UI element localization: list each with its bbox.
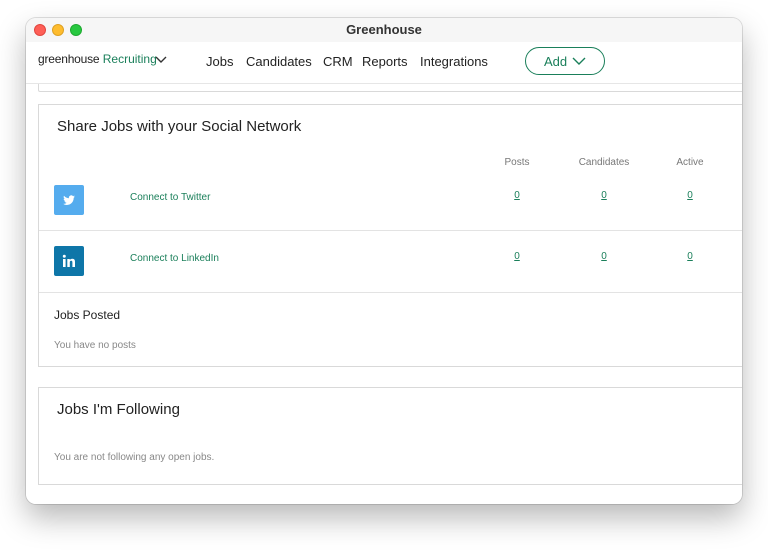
- top-nav: greenhouse Recruiting Jobs Candidates CR…: [26, 42, 742, 84]
- linkedin-active-count[interactable]: 0: [680, 251, 700, 262]
- column-header-posts: Posts: [504, 157, 530, 168]
- title-bar: Greenhouse: [26, 18, 742, 42]
- linkedin-icon[interactable]: [54, 246, 84, 276]
- nav-integrations[interactable]: Integrations: [420, 54, 488, 69]
- row-divider: [39, 292, 742, 293]
- twitter-bird-icon: [63, 195, 75, 205]
- twitter-posts-count[interactable]: 0: [507, 190, 527, 201]
- brand-name: greenhouse: [38, 52, 100, 66]
- social-network-card: Share Jobs with your Social Network Post…: [38, 104, 742, 367]
- column-header-candidates: Candidates: [578, 157, 630, 168]
- jobs-following-card: Jobs I'm Following You are not following…: [38, 387, 742, 485]
- following-empty-text: You are not following any open jobs.: [54, 452, 215, 463]
- nav-candidates[interactable]: Candidates: [246, 54, 312, 69]
- row-divider: [39, 230, 742, 231]
- twitter-active-count[interactable]: 0: [680, 190, 700, 201]
- connect-linkedin-link[interactable]: Connect to LinkedIn: [130, 253, 219, 264]
- linkedin-logo-icon: [62, 254, 75, 267]
- connect-twitter-link[interactable]: Connect to Twitter: [130, 192, 210, 203]
- main-content: Share Jobs with your Social Network Post…: [26, 84, 742, 504]
- jobs-posted-heading: Jobs Posted: [54, 308, 121, 322]
- brand-logo[interactable]: greenhouse Recruiting: [38, 52, 157, 66]
- twitter-icon[interactable]: [54, 185, 84, 215]
- following-card-title: Jobs I'm Following: [57, 401, 180, 418]
- social-card-title: Share Jobs with your Social Network: [57, 118, 302, 135]
- chevron-down-icon[interactable]: [154, 55, 168, 65]
- add-button[interactable]: Add: [525, 47, 605, 75]
- chevron-down-icon: [572, 57, 586, 65]
- jobs-posted-empty-text: You have no posts: [54, 340, 136, 351]
- brand-product: Recruiting: [102, 52, 157, 66]
- linkedin-candidates-count[interactable]: 0: [594, 251, 614, 262]
- column-header-active: Active: [676, 157, 704, 168]
- app-window: Greenhouse greenhouse Recruiting Jobs Ca…: [26, 18, 742, 504]
- nav-jobs[interactable]: Jobs: [206, 54, 233, 69]
- nav-reports[interactable]: Reports: [362, 54, 408, 69]
- add-button-label: Add: [544, 54, 568, 69]
- nav-crm[interactable]: CRM: [323, 54, 353, 69]
- previous-card-edge: [38, 84, 742, 92]
- twitter-candidates-count[interactable]: 0: [594, 190, 614, 201]
- linkedin-posts-count[interactable]: 0: [507, 251, 527, 262]
- window-title: Greenhouse: [346, 22, 422, 37]
